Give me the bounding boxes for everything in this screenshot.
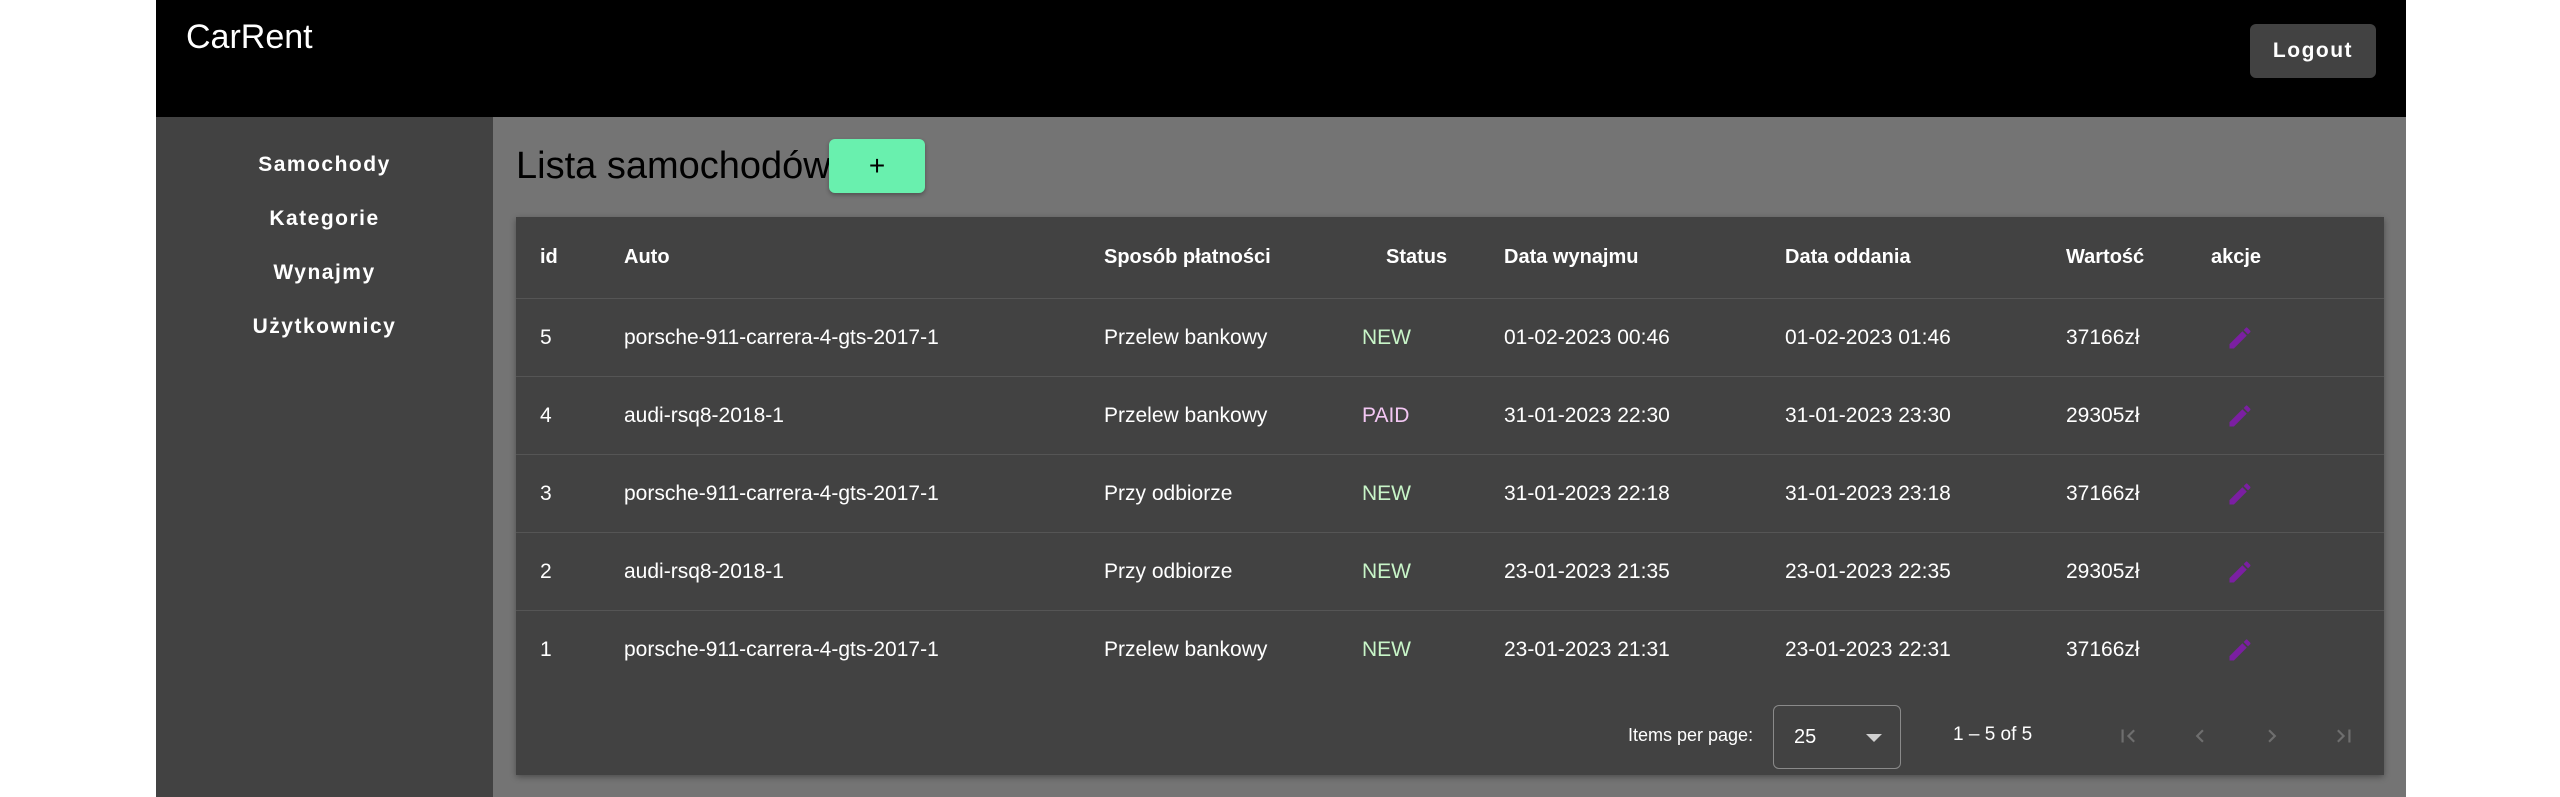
sidebar-item-uzytkownicy[interactable]: Użytkownicy [156, 315, 493, 339]
cell-return-date: 23-01-2023 22:31 [1785, 638, 1951, 661]
page-size-select[interactable]: 25 [1773, 705, 1901, 769]
column-header[interactable]: Status [1386, 217, 1447, 298]
cell-return-date: 23-01-2023 22:35 [1785, 559, 1951, 583]
page-range-label: 1 – 5 of 5 [1953, 724, 2033, 745]
column-header[interactable]: Sposób płatności [1104, 217, 1271, 298]
table-row: 4 audi-rsq8-2018-1 Przelew bankowy PAID 31-0… [516, 377, 2384, 455]
sidebar-item-kategorie[interactable]: Kategorie [156, 207, 493, 231]
add-car-button[interactable]: + [829, 139, 925, 193]
sidebar-item-samochody[interactable]: Samochody [156, 153, 493, 177]
pencil-icon [2229, 404, 2251, 426]
cell-payment: Przelew bankowy [1104, 638, 1268, 661]
rentals-table-card: id Auto Sposób płatności Status Data wynajmu… [516, 217, 2384, 775]
column-header[interactable]: Data oddania [1785, 217, 1911, 298]
cell-payment: Przy odbiorze [1104, 481, 1233, 505]
status-badge: NEW [1362, 559, 1411, 583]
brand-title[interactable]: CarRent [186, 18, 313, 57]
previous-page-button[interactable] [2175, 711, 2225, 761]
column-header[interactable]: Data wynajmu [1504, 217, 1638, 298]
column-header[interactable]: Wartość [2066, 217, 2144, 298]
cell-rent-date: 01-02-2023 00:46 [1504, 325, 1670, 349]
edit-button[interactable] [2226, 455, 2254, 532]
page-size-value: 25 [1794, 726, 1817, 748]
pencil-icon [2229, 560, 2251, 582]
cell-rent-date: 31-01-2023 22:30 [1504, 403, 1670, 427]
pencil-icon [2229, 482, 2251, 504]
cell-id: 2 [540, 559, 552, 583]
status-badge: NEW [1362, 638, 1411, 661]
top-toolbar: CarRent Logout [156, 0, 2406, 117]
status-badge: PAID [1362, 403, 1410, 427]
cell-value: 29305zł [2066, 403, 2140, 427]
cell-value: 37166zł [2066, 481, 2140, 505]
cell-id: 1 [540, 638, 552, 661]
table-row: 3 porsche-911-carrera-4-gts-2017-1 Przy od… [516, 455, 2384, 533]
last-page-icon [2337, 729, 2351, 743]
table-row: 2 audi-rsq8-2018-1 Przy odbiorze NEW 23-01-2… [516, 533, 2384, 611]
cell-value: 29305zł [2066, 559, 2140, 583]
cell-auto: porsche-911-carrera-4-gts-2017-1 [624, 481, 939, 505]
chevron-left-icon [2195, 729, 2204, 743]
column-header[interactable]: Auto [624, 217, 670, 298]
table-header-row: id Auto Sposób płatności Status Data wynajmu… [516, 217, 2384, 299]
main-content: Lista samochodów + id Auto Sposób płatnośc… [493, 117, 2406, 797]
status-badge: NEW [1362, 325, 1411, 349]
cell-payment: Przelew bankowy [1104, 403, 1268, 427]
chevron-right-icon [2268, 729, 2277, 743]
cell-return-date: 31-01-2023 23:18 [1785, 481, 1951, 505]
cell-payment: Przy odbiorze [1104, 559, 1233, 583]
cell-auto: porsche-911-carrera-4-gts-2017-1 [624, 325, 939, 349]
cell-auto: audi-rsq8-2018-1 [624, 559, 784, 583]
edit-button[interactable] [2226, 533, 2254, 610]
items-per-page-label: Items per page: [1628, 725, 1754, 745]
cell-auto: porsche-911-carrera-4-gts-2017-1 [624, 638, 939, 661]
logout-button[interactable]: Logout [2250, 24, 2376, 78]
cell-id: 5 [540, 325, 552, 349]
pencil-icon [2229, 326, 2251, 348]
status-badge: NEW [1362, 481, 1411, 505]
table-row: 1 porsche-911-carrera-4-gts-2017-1 Przelew… [516, 611, 2384, 689]
app-root: CarRent Logout Samochody Kategorie Wynaj… [156, 0, 2406, 797]
cell-id: 3 [540, 481, 552, 505]
sidebar-item-wynajmy[interactable]: Wynajmy [156, 261, 493, 285]
first-page-button[interactable] [2103, 711, 2153, 761]
column-header[interactable]: id [540, 217, 558, 298]
cell-auto: audi-rsq8-2018-1 [624, 403, 784, 427]
paginator: Items per page: 25 1 – 5 of 5 [516, 697, 2384, 775]
edit-button[interactable] [2226, 299, 2254, 376]
cell-rent-date: 23-01-2023 21:31 [1504, 638, 1670, 661]
cell-value: 37166zł [2066, 325, 2140, 349]
table-row: 5 porsche-911-carrera-4-gts-2017-1 Przelew… [516, 299, 2384, 377]
first-page-icon [2121, 729, 2135, 743]
cell-return-date: 01-02-2023 01:46 [1785, 325, 1951, 349]
cell-rent-date: 23-01-2023 21:35 [1504, 559, 1670, 583]
column-header[interactable]: akcje [2211, 217, 2261, 298]
cell-payment: Przelew bankowy [1104, 325, 1268, 349]
cell-id: 4 [540, 403, 552, 427]
sidebar: Samochody Kategorie Wynajmy Użytkownicy [156, 117, 493, 797]
pencil-icon [2229, 639, 2251, 661]
cell-value: 37166zł [2066, 638, 2140, 661]
last-page-button[interactable] [2319, 711, 2369, 761]
cell-return-date: 31-01-2023 23:30 [1785, 403, 1951, 427]
next-page-button[interactable] [2247, 711, 2297, 761]
edit-button[interactable] [2226, 611, 2254, 689]
chevron-down-icon [1866, 734, 1882, 742]
cell-rent-date: 31-01-2023 22:18 [1504, 481, 1670, 505]
edit-button[interactable] [2226, 377, 2254, 454]
page-title: Lista samochodów [516, 145, 831, 187]
